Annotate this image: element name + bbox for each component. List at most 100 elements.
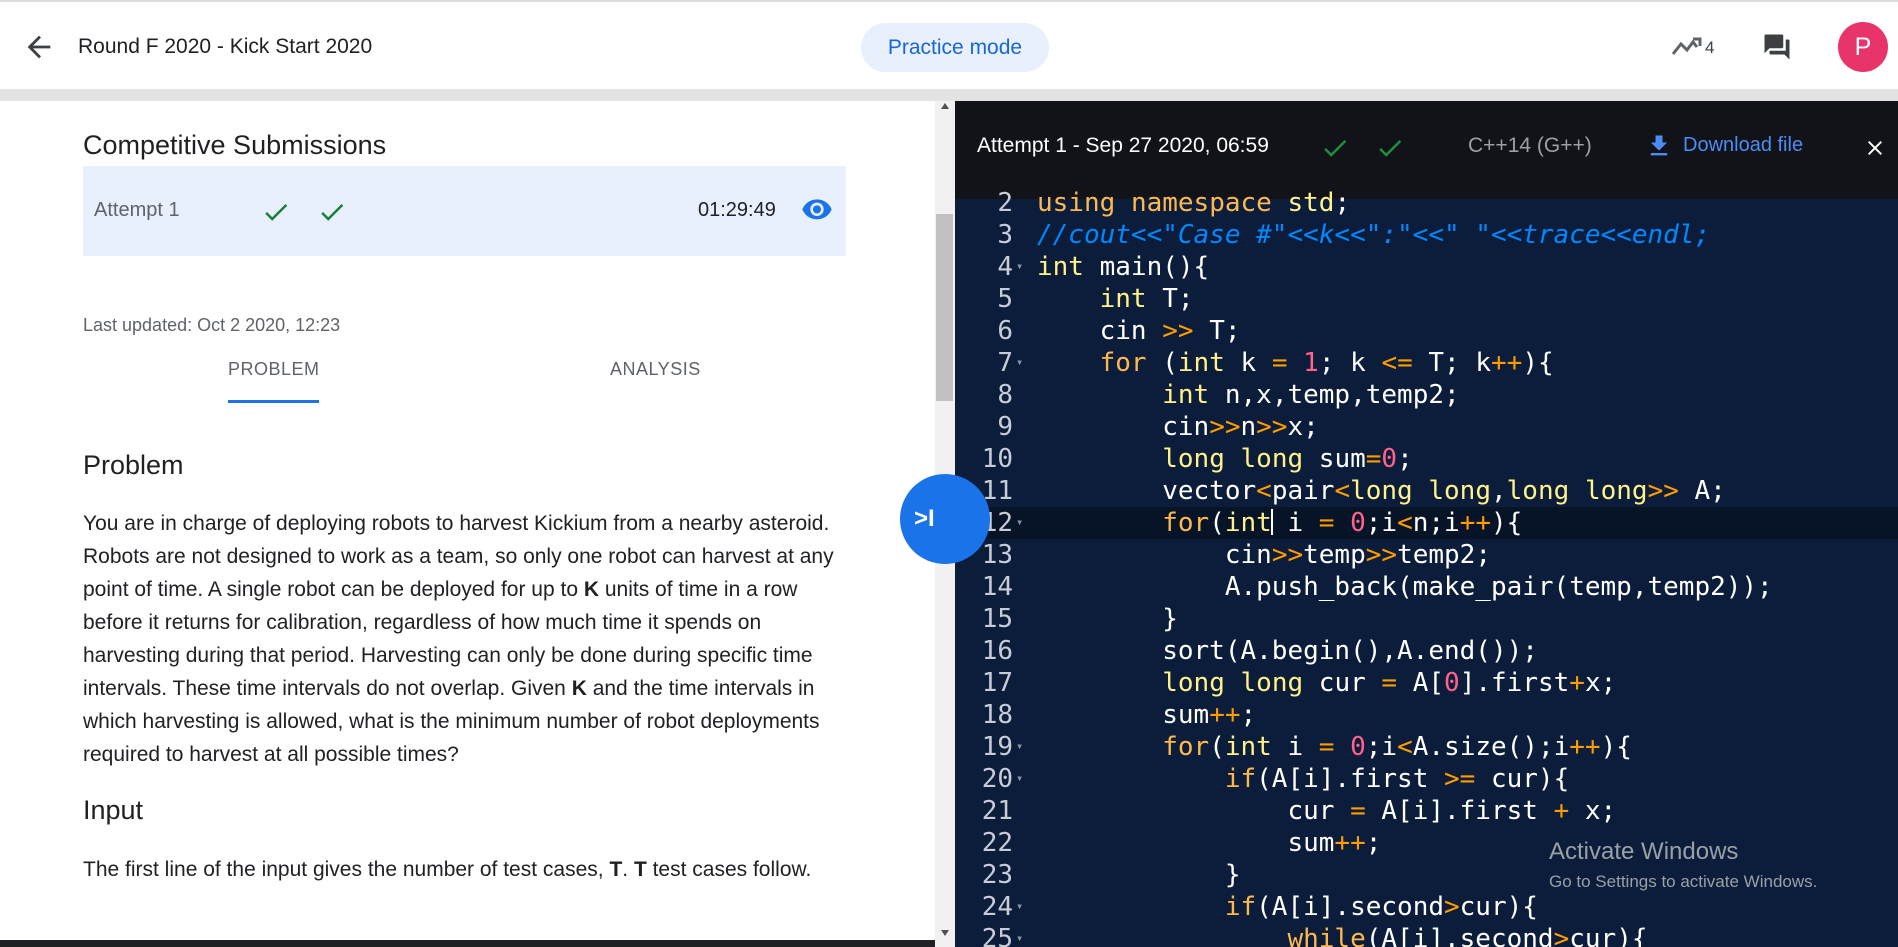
input-statement: The first line of the input gives the nu… [83,858,812,881]
code-text: long long cur = A[0].first+x; [1162,668,1617,698]
line-number: 2 [997,188,1013,218]
code-text: cin>>temp>>temp2; [1037,540,1491,570]
code-line[interactable]: 9 cin>>n>>x; [955,411,1898,443]
line-number: 20 [981,764,1013,794]
code-text: for (int k = 1; k <= T; k++){ [1099,348,1554,378]
download-label: Download file [1683,134,1804,156]
fold-toggle-icon[interactable]: ▾ [1016,250,1023,282]
code-text: cin>>n>>x; [1037,412,1319,442]
tab-analysis[interactable]: ANALYSIS [610,359,701,380]
close-icon[interactable] [1863,136,1887,160]
top-bar: Round F 2020 - Kick Start 2020 Practice … [0,0,1898,91]
code-line[interactable]: 8 int n,x,temp,temp2; [955,379,1898,411]
code-text: sort(A.begin(),A.end()); [1037,636,1538,666]
code-line[interactable]: 13 cin>>temp>>temp2; [955,539,1898,571]
code-text: int main(){ [1037,252,1210,282]
code-text: cur = A[i].first + x; [1037,796,1617,826]
input-heading: Input [83,795,144,825]
avatar[interactable]: P [1838,22,1888,72]
code-text: //cout<<"Case #"<<k<<":"<<" "<<trace<<en… [1037,220,1711,250]
page-title: Round F 2020 - Kick Start 2020 [78,35,373,58]
language-label: C++14 (G++) [1468,134,1592,157]
check-icon [321,204,344,221]
code-text: int T; [1099,284,1194,314]
line-number: 17 [981,668,1013,698]
line-number: 14 [981,572,1013,602]
active-tab-indicator [228,400,319,403]
submissions-title: Competitive Submissions [83,130,387,160]
fold-toggle-icon[interactable]: ▾ [1016,762,1023,794]
scrollbar-thumb[interactable] [936,214,953,401]
code-text: int n,x,temp,temp2; [1162,380,1460,410]
trending-button[interactable]: 4 [1671,33,1721,63]
code-line[interactable]: 25 ▾ while(A[i].second>cur){ [955,923,1898,947]
code-line[interactable]: 4 ▾ int main(){ [955,251,1898,283]
code-line[interactable]: 12 ▾ for(int i = 0;i<n;i++){ [955,507,1898,539]
fold-toggle-icon[interactable]: ▾ [1016,506,1023,538]
fold-toggle-icon[interactable]: ▾ [1016,346,1023,378]
code-line[interactable]: 10 long long sum=0; [955,443,1898,475]
problem-statement: You are in charge of deploying robots to… [83,512,834,766]
code-line[interactable]: 11 vector<pair<long long,long long>> A; [955,475,1898,507]
code-line[interactable]: 17 long long cur = A[0].first+x; [955,667,1898,699]
fold-toggle-icon[interactable]: ▾ [1016,922,1023,947]
code-text: long long sum=0; [1162,444,1413,474]
line-number: 5 [997,284,1013,314]
code-line[interactable]: 19 ▾ for(int i = 0;i<A.size();i++){ [955,731,1898,763]
code-text: sum++; [1037,828,1382,858]
attempt-time: 01:29:49 [698,199,776,221]
code-line[interactable]: 20 ▾ if(A[i].first >= cur){ [955,763,1898,795]
scroll-up-icon[interactable] [939,101,951,111]
attempt-label: Attempt 1 [94,199,180,221]
code-text: while(A[i].second>cur){ [1287,924,1648,947]
line-number: 10 [981,444,1013,474]
last-updated: Last updated: Oct 2 2020, 12:23 [83,315,341,335]
code-text: cin >> T; [1037,316,1241,346]
line-number: 16 [981,636,1013,666]
activate-windows-title: Activate Windows [1549,838,1739,865]
code-text: for(int i = 0;i<n;i++){ [1162,508,1523,538]
code-line[interactable]: 16 sort(A.begin(),A.end()); [955,635,1898,667]
header-divider [0,89,1898,101]
code-line[interactable]: 3 //cout<<"Case #"<<k<<":"<<" "<<trace<<e… [955,219,1898,251]
line-number: 3 [997,220,1013,250]
tab-problem[interactable]: PROBLEM [228,359,320,380]
problem-pane: Competitive Submissions Attempt 1 01:29:… [0,101,935,947]
problem-heading: Problem [83,450,184,480]
code-text: sum++; [1037,700,1257,730]
code-line[interactable]: 15 } [955,603,1898,635]
line-number: 9 [997,412,1013,442]
chat-icon[interactable] [1762,32,1792,62]
code-line[interactable]: 22 sum++; [955,827,1898,859]
code-line[interactable]: 24 ▾ if(A[i].second>cur){ [955,891,1898,923]
code-line[interactable]: 14 A.push_back(make_pair(temp,temp2)); [955,571,1898,603]
code-editor[interactable]: 2 using namespace std; 3 //cout<<"Case #"<<… [955,188,1898,947]
trend-count: 4 [1705,38,1715,57]
collapse-panel-button[interactable]: >I [900,474,990,564]
code-text: A.push_back(make_pair(temp,temp2)); [1037,572,1773,602]
fold-toggle-icon[interactable]: ▾ [1016,730,1023,762]
code-line[interactable]: 2 using namespace std; [955,187,1898,219]
check-icon [265,204,288,221]
code-line[interactable]: 21 cur = A[i].first + x; [955,795,1898,827]
back-arrow-icon[interactable] [22,30,56,64]
check-icon [1379,140,1402,157]
code-text: if(A[i].first >= cur){ [1224,764,1570,794]
fold-toggle-icon[interactable]: ▾ [1016,890,1023,922]
code-text: if(A[i].second>cur){ [1224,892,1538,922]
code-text: using namespace std; [1037,188,1351,218]
code-line[interactable]: 18 sum++; [955,699,1898,731]
line-number: 4 [997,252,1013,282]
code-line[interactable]: 7 ▾ for (int k = 1; k <= T; k++){ [955,347,1898,379]
line-number: 22 [981,828,1013,858]
line-number: 21 [981,796,1013,826]
line-number: 7 [997,348,1013,378]
code-line[interactable]: 5 int T; [955,283,1898,315]
line-number: 18 [981,700,1013,730]
practice-mode-button[interactable]: Practice mode [861,23,1049,72]
scroll-down-icon[interactable] [939,928,951,938]
activate-windows-subtitle: Go to Settings to activate Windows. [1549,872,1818,891]
code-line[interactable]: 6 cin >> T; [955,315,1898,347]
eye-icon[interactable] [801,197,833,223]
attempt-row[interactable]: Attempt 1 01:29:49 [83,166,846,256]
